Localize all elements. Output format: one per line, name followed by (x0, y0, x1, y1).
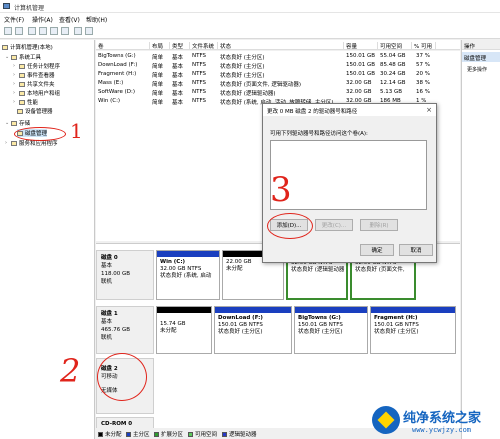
menu-help[interactable]: 帮助(H) (86, 15, 107, 24)
close-icon[interactable]: × (426, 106, 432, 114)
table-row[interactable]: Mass (E:) 简单 基本 NTFS 状态良好 (页面文件, 逻辑驱动器) 32.00… (96, 80, 460, 88)
unallocated-swatch (98, 431, 103, 437)
folder-icon (19, 81, 25, 87)
refresh-icon[interactable] (61, 27, 69, 35)
watermark: 纯净系统之家 www.ycwjzy.com (372, 404, 498, 438)
free-space-swatch (188, 431, 193, 437)
tree-item-root[interactable]: 计算机管理(本地) (2, 43, 53, 51)
col-capacity[interactable]: 容量 (346, 42, 378, 50)
partition-unallocated[interactable]: 15.74 GB 未分配 (156, 306, 212, 354)
menu-file[interactable]: 文件(F) (4, 15, 24, 24)
watermark-url: www.ycwjzy.com (412, 426, 472, 434)
disk-1-label[interactable]: 磁盘 1 基本 465.76 GB 联机 (96, 306, 154, 354)
col-layout[interactable]: 布局 (152, 42, 170, 50)
tree-item-shared-folders[interactable]: › 共享文件夹 (13, 80, 55, 88)
chevron-right-icon[interactable]: › (13, 63, 17, 69)
title-bar: 计算机管理 (0, 0, 500, 13)
navigation-tree: 计算机管理(本地) ⌄ 系统工具 › 任务计划程序 › 事件查看器 › 共享文件夹 › 本… (0, 40, 95, 439)
menu-bar: 文件(F) 操作(A) 查看(V) 帮助(H) (0, 13, 500, 24)
legend-item: 逻辑驱动器 (222, 430, 257, 438)
col-pct-free[interactable]: % 可用 (414, 42, 436, 50)
partition-fragment-h[interactable]: Fragment (H:) 150.01 GB NTFS 状态良好 (主分区) (370, 306, 456, 354)
chevron-down-icon[interactable]: ⌄ (5, 120, 9, 126)
annotation-circle-disk-management (14, 127, 66, 141)
col-filesystem[interactable]: 文件系统 (192, 42, 218, 50)
tree-item-local-users[interactable]: › 本地用户和组 (13, 89, 60, 97)
properties-icon[interactable] (39, 27, 47, 35)
forward-icon[interactable] (15, 27, 23, 35)
device-icon (17, 108, 23, 114)
window-title: 计算机管理 (14, 5, 45, 12)
wizard-icon[interactable] (85, 27, 93, 35)
chevron-right-icon[interactable]: › (5, 140, 9, 146)
annotation-circle-disk-2 (97, 353, 147, 401)
menu-view[interactable]: 查看(V) (59, 15, 80, 24)
back-icon[interactable] (4, 27, 12, 35)
annotation-number-1: 1 (70, 119, 83, 143)
menu-action[interactable]: 操作(A) (32, 15, 53, 24)
col-status[interactable]: 状态 (220, 42, 344, 50)
legend-item: 主分区 (126, 430, 150, 438)
more-actions-link[interactable]: 更多操作 (467, 66, 487, 73)
computer-management-icon (3, 3, 10, 9)
annotation-number-3: 3 (270, 170, 292, 210)
actions-disk-management[interactable]: 磁盘管理 (462, 52, 500, 62)
clock-icon (19, 63, 25, 69)
tree-item-storage[interactable]: ⌄ 存储 (5, 119, 30, 127)
chevron-right-icon[interactable]: › (13, 81, 17, 87)
event-icon (19, 72, 25, 78)
delete-icon[interactable] (74, 27, 82, 35)
change-button[interactable]: 更改(C)... (315, 219, 353, 231)
partition-download-f[interactable]: DownLoad (F:) 150.01 GB NTFS 状态良好 (主分区) (214, 306, 292, 354)
chevron-right-icon[interactable]: › (13, 90, 17, 96)
computer-icon (2, 44, 8, 50)
legend-item: 可用空间 (188, 430, 217, 438)
partition-bigtowns-g[interactable]: BigTowns (G:) 150.01 GB NTFS 状态良好 (主分区) (294, 306, 368, 354)
storage-icon (11, 120, 17, 126)
services-icon (11, 140, 17, 146)
table-row[interactable]: Fragment (H:) 简单 基本 NTFS 状态良好 (主分区) 150.01 GB… (96, 71, 460, 79)
ok-button[interactable]: 确定 (360, 244, 394, 256)
col-volume[interactable]: 卷 (98, 42, 150, 50)
site-logo-icon (372, 406, 400, 434)
actions-pane: 操作 磁盘管理 更多操作 (461, 40, 500, 439)
chevron-down-icon[interactable]: ⌄ (5, 54, 9, 60)
dialog-prompt: 可用下列驱动器号和路径访问这个卷(A): (270, 131, 368, 137)
tree-item-event-viewer[interactable]: › 事件查看器 (13, 71, 55, 79)
extended-swatch (154, 431, 159, 437)
logical-swatch (222, 431, 227, 437)
tree-item-task-scheduler[interactable]: › 任务计划程序 (13, 62, 60, 70)
tree-item-performance[interactable]: › 性能 (13, 98, 38, 106)
col-type[interactable]: 类型 (172, 42, 190, 50)
legend-item: 扩展分区 (154, 430, 183, 438)
dialog-title: 更改 0 MB 磁盘 2 的驱动器号和路径 (263, 104, 436, 116)
cancel-button[interactable]: 取消 (399, 244, 433, 256)
help-icon[interactable] (50, 27, 58, 35)
chevron-right-icon[interactable]: › (13, 72, 17, 78)
annotation-circle-add-button (267, 213, 313, 239)
disk-1-row: 磁盘 1 基本 465.76 GB 联机 15.74 GB 未分配 DownLoa… (96, 306, 460, 354)
actions-header: 操作 (462, 40, 500, 50)
table-row[interactable]: BigTowns (G:) 简单 基本 NTFS 状态良好 (主分区) 150.01 GB… (96, 53, 460, 61)
remove-button[interactable]: 删除(R) (360, 219, 398, 231)
drive-path-list[interactable] (270, 140, 427, 210)
volume-list-header: 卷 布局 类型 文件系统 状态 容量 可用空间 % 可用 (96, 40, 460, 50)
annotation-number-2: 2 (60, 352, 81, 390)
watermark-site-name: 纯净系统之家 (403, 411, 482, 426)
up-icon[interactable] (28, 27, 36, 35)
users-icon (19, 90, 25, 96)
table-row[interactable]: SoftWare (D:) 简单 基本 NTFS 状态良好 (逻辑驱动器) 32.00 G… (96, 89, 460, 97)
tools-icon (11, 54, 17, 60)
tree-item-system-tools[interactable]: ⌄ 系统工具 (5, 53, 41, 61)
disk-0-label[interactable]: 磁盘 0 基本 118.00 GB 联机 (96, 250, 154, 300)
performance-icon (19, 99, 25, 105)
toolbar (0, 24, 500, 39)
chevron-right-icon[interactable]: › (13, 99, 17, 105)
tree-item-device-manager[interactable]: 设备管理器 (17, 107, 53, 115)
primary-swatch (126, 431, 131, 437)
col-free[interactable]: 可用空间 (380, 42, 412, 50)
legend-item: 未分配 (98, 430, 122, 438)
partition-win-c[interactable]: Win (C:) 32.00 GB NTFS 状态良好 (系统, 启动 (156, 250, 220, 300)
table-row[interactable]: DownLoad (F:) 简单 基本 NTFS 状态良好 (主分区) 150.01 GB… (96, 62, 460, 70)
